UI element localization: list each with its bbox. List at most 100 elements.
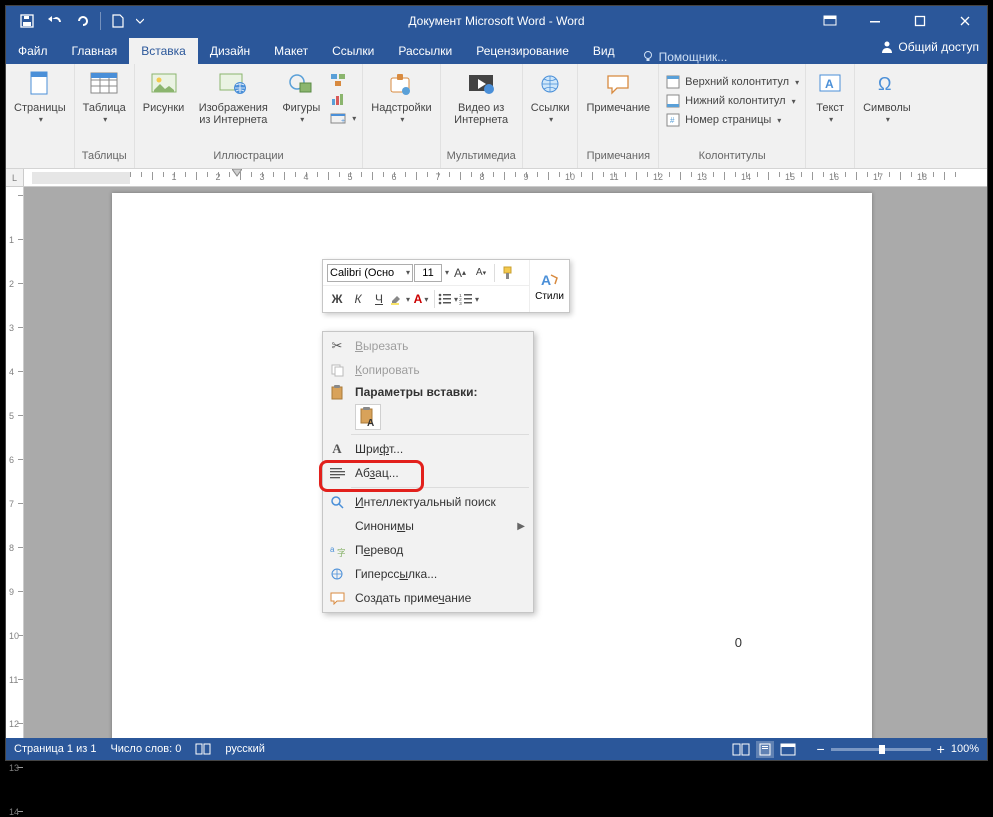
tell-me-search[interactable]: Помощник... — [633, 50, 736, 64]
tab-design[interactable]: Дизайн — [198, 38, 262, 64]
shapes-button[interactable]: Фигуры▾ — [280, 68, 322, 125]
tab-view[interactable]: Вид — [581, 38, 627, 64]
view-read-mode[interactable] — [732, 743, 750, 756]
italic-button[interactable]: К — [348, 289, 368, 309]
ruler-horizontal[interactable]: 123456789101112131415161718 — [24, 169, 987, 187]
bold-button[interactable]: Ж — [327, 289, 347, 309]
ctx-new-comment[interactable]: Создать примечание — [323, 586, 533, 610]
ctx-hyperlink[interactable]: Гиперссылка... — [323, 562, 533, 586]
pictures-button[interactable]: Рисунки — [141, 68, 187, 114]
shrink-font-button[interactable]: A▾ — [471, 263, 491, 283]
page-number-icon: # — [665, 112, 681, 128]
font-color-button[interactable]: A▾ — [411, 289, 431, 309]
zoom-thumb[interactable] — [879, 745, 885, 754]
view-print-layout[interactable] — [756, 741, 774, 758]
numbering-button[interactable]: 123▾ — [459, 289, 479, 309]
close-button[interactable] — [942, 6, 987, 36]
header-label: Верхний колонтитул — [685, 76, 789, 88]
group-media-label: Мультимедиа — [447, 150, 516, 166]
svg-text:字: 字 — [337, 547, 345, 557]
save-button[interactable] — [14, 8, 40, 34]
pages-button[interactable]: Страницы▾ — [12, 68, 68, 125]
redo-button[interactable] — [70, 8, 96, 34]
chevron-down-icon: ▾ — [829, 116, 833, 125]
table-button[interactable]: Таблица▾ — [81, 68, 128, 125]
status-proofing[interactable] — [195, 742, 211, 756]
chevron-down-icon: ▾ — [445, 268, 449, 277]
tab-home[interactable]: Главная — [60, 38, 130, 64]
new-doc-button[interactable] — [105, 8, 131, 34]
undo-button[interactable] — [42, 8, 68, 34]
ctx-paragraph[interactable]: Абзац... — [323, 461, 533, 485]
font-combo[interactable]: Calibri (Осно▾ — [327, 264, 413, 282]
tab-review[interactable]: Рецензирование — [464, 38, 581, 64]
chart-icon — [330, 91, 346, 107]
status-words[interactable]: Число слов: 0 — [110, 743, 181, 755]
symbols-button[interactable]: Ω Символы▾ — [861, 68, 913, 125]
zoom-in-button[interactable]: + — [937, 741, 945, 757]
tab-mailings[interactable]: Рассылки — [386, 38, 464, 64]
grow-font-button[interactable]: A▴ — [450, 263, 470, 283]
footer-label: Нижний колонтитул — [685, 95, 785, 107]
view-web-layout[interactable] — [780, 743, 796, 756]
tab-layout[interactable]: Макет — [262, 38, 320, 64]
header-button[interactable]: Верхний колонтитул▾ — [665, 74, 799, 90]
svg-text:3: 3 — [459, 301, 462, 305]
tab-insert[interactable]: Вставка — [129, 38, 198, 64]
share-label: Общий доступ — [898, 40, 979, 54]
ctx-paste-options-label: Параметры вставки: — [355, 385, 478, 399]
links-button[interactable]: Ссылки▾ — [529, 68, 572, 125]
bullets-button[interactable]: ▾ — [438, 289, 458, 309]
chevron-down-icon: ▾ — [886, 116, 890, 125]
textbox-button[interactable]: A Текст▾ — [812, 68, 848, 125]
ribbon: Страницы▾ Таблица▾ Таблицы Рисунки — [6, 64, 987, 169]
maximize-button[interactable] — [897, 6, 942, 36]
ctx-smart-lookup[interactable]: Интеллектуальный поиск — [323, 490, 533, 514]
format-painter-button[interactable] — [498, 263, 518, 283]
ribbon-display-options[interactable] — [807, 6, 852, 36]
status-page[interactable]: Страница 1 из 1 — [14, 743, 96, 755]
qat-customize[interactable] — [133, 8, 147, 34]
video-icon — [465, 68, 497, 100]
ctx-font-label: Шрифт... — [355, 442, 403, 456]
screenshot-button[interactable]: +▾ — [330, 110, 356, 126]
zoom-out-button[interactable]: − — [816, 741, 824, 757]
ctx-font[interactable]: A Шрифт... — [323, 437, 533, 461]
textbox-label: Текст — [816, 102, 844, 114]
table-label: Таблица — [83, 102, 126, 114]
chevron-down-icon: ▾ — [454, 295, 458, 304]
page-number-button[interactable]: #Номер страницы▾ — [665, 112, 799, 128]
footer-button[interactable]: Нижний колонтитул▾ — [665, 93, 799, 109]
ctx-cut[interactable]: ✂ Вырезать — [323, 334, 533, 358]
copy-icon — [327, 360, 347, 380]
paste-keep-text-button[interactable]: A — [355, 404, 381, 430]
highlight-button[interactable]: ▾ — [390, 289, 410, 309]
minimize-button[interactable] — [852, 6, 897, 36]
quick-access-toolbar — [6, 8, 147, 34]
tab-file[interactable]: Файл — [6, 38, 60, 64]
zoom-level[interactable]: 100% — [951, 743, 979, 755]
ruler-vertical[interactable]: 1234567891011121314 — [6, 187, 24, 738]
online-pictures-button[interactable]: Изображения из Интернета — [194, 68, 272, 126]
ctx-copy[interactable]: Копировать — [323, 358, 533, 382]
ctx-synonyms[interactable]: Синонимы ▶ — [323, 514, 533, 538]
ruler-corner[interactable]: L — [6, 169, 24, 187]
tab-references[interactable]: Ссылки — [320, 38, 386, 64]
chart-button[interactable] — [330, 91, 356, 107]
smartart-button[interactable] — [330, 72, 356, 88]
status-language[interactable]: русский — [225, 743, 264, 755]
comment-button[interactable]: Примечание — [584, 68, 652, 114]
ctx-translate[interactable]: a字 Перевод — [323, 538, 533, 562]
group-symbols: Ω Символы▾ — [855, 64, 919, 168]
font-size: 11 — [422, 267, 433, 279]
share-button[interactable]: Общий доступ — [880, 40, 979, 54]
ctx-separator — [351, 487, 529, 488]
styles-button[interactable]: A Стили — [529, 260, 569, 312]
addins-button[interactable]: Надстройки▾ — [369, 68, 433, 125]
chevron-down-icon: ▾ — [352, 114, 356, 123]
font-size-combo[interactable]: 11 — [414, 264, 442, 282]
online-video-button[interactable]: Видео из Интернета — [448, 68, 514, 126]
page-icon — [24, 68, 56, 100]
zoom-slider[interactable] — [831, 748, 931, 751]
underline-button[interactable]: Ч — [369, 289, 389, 309]
